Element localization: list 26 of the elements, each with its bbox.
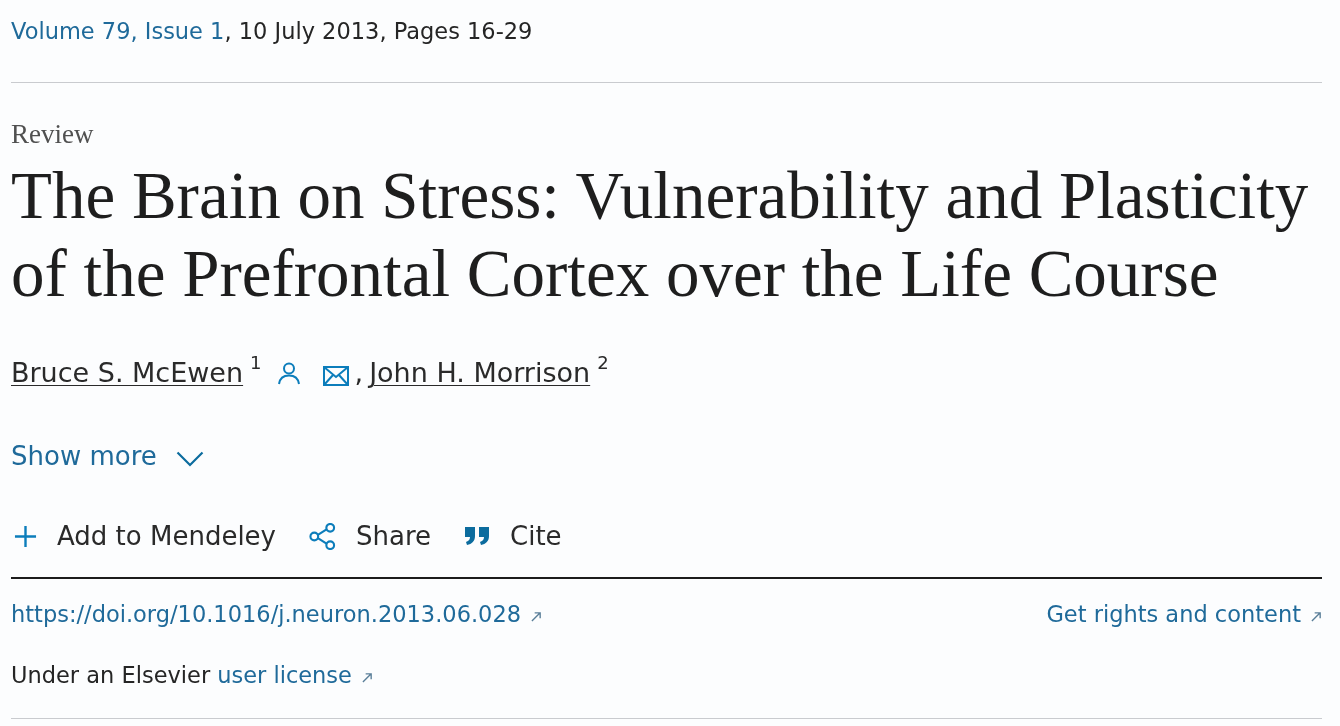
action-button[interactable]: Share — [309, 518, 431, 554]
show-more-button[interactable]: Show more — [11, 439, 204, 473]
user-license-link[interactable]: user license — [217, 660, 373, 690]
person-icon[interactable] — [276, 360, 301, 386]
article-type: Review — [11, 119, 94, 149]
envelope-icon[interactable] — [322, 366, 349, 386]
doi-link[interactable]: https://doi.org/10.1016/j.neuron.2013.06.028 — [11, 599, 543, 629]
chevron-down-icon — [175, 451, 204, 467]
share-icon — [309, 522, 336, 550]
author-link[interactable]: Bruce S. McEwen — [11, 357, 244, 389]
publication-date-pages: , 10 July 2013, Pages 16-29 — [224, 17, 533, 46]
volume-issue-link[interactable]: Volume 79, Issue 1 — [11, 16, 225, 46]
quote-icon — [464, 526, 490, 546]
license-text: Under an Elsevier — [11, 661, 211, 690]
article-title: The Brain on Stress: Vulnerability and Plasticity of the Prefrontal Cortex over the Life Course — [11, 157, 1310, 312]
author-separator: , — [354, 357, 364, 389]
action-button[interactable]: Cite — [464, 518, 562, 554]
affiliation-mark: 2 — [597, 354, 609, 372]
affiliation-mark: 1 — [250, 354, 262, 372]
external-link-icon — [361, 671, 373, 683]
rights-link[interactable]: Get rights and content — [1046, 599, 1322, 629]
plus-icon — [14, 524, 37, 548]
action-button[interactable]: Add to Mendeley — [11, 518, 276, 554]
external-link-icon — [1311, 610, 1322, 622]
external-link-icon — [531, 610, 543, 622]
author-link[interactable]: John H. Morrison — [369, 357, 591, 389]
